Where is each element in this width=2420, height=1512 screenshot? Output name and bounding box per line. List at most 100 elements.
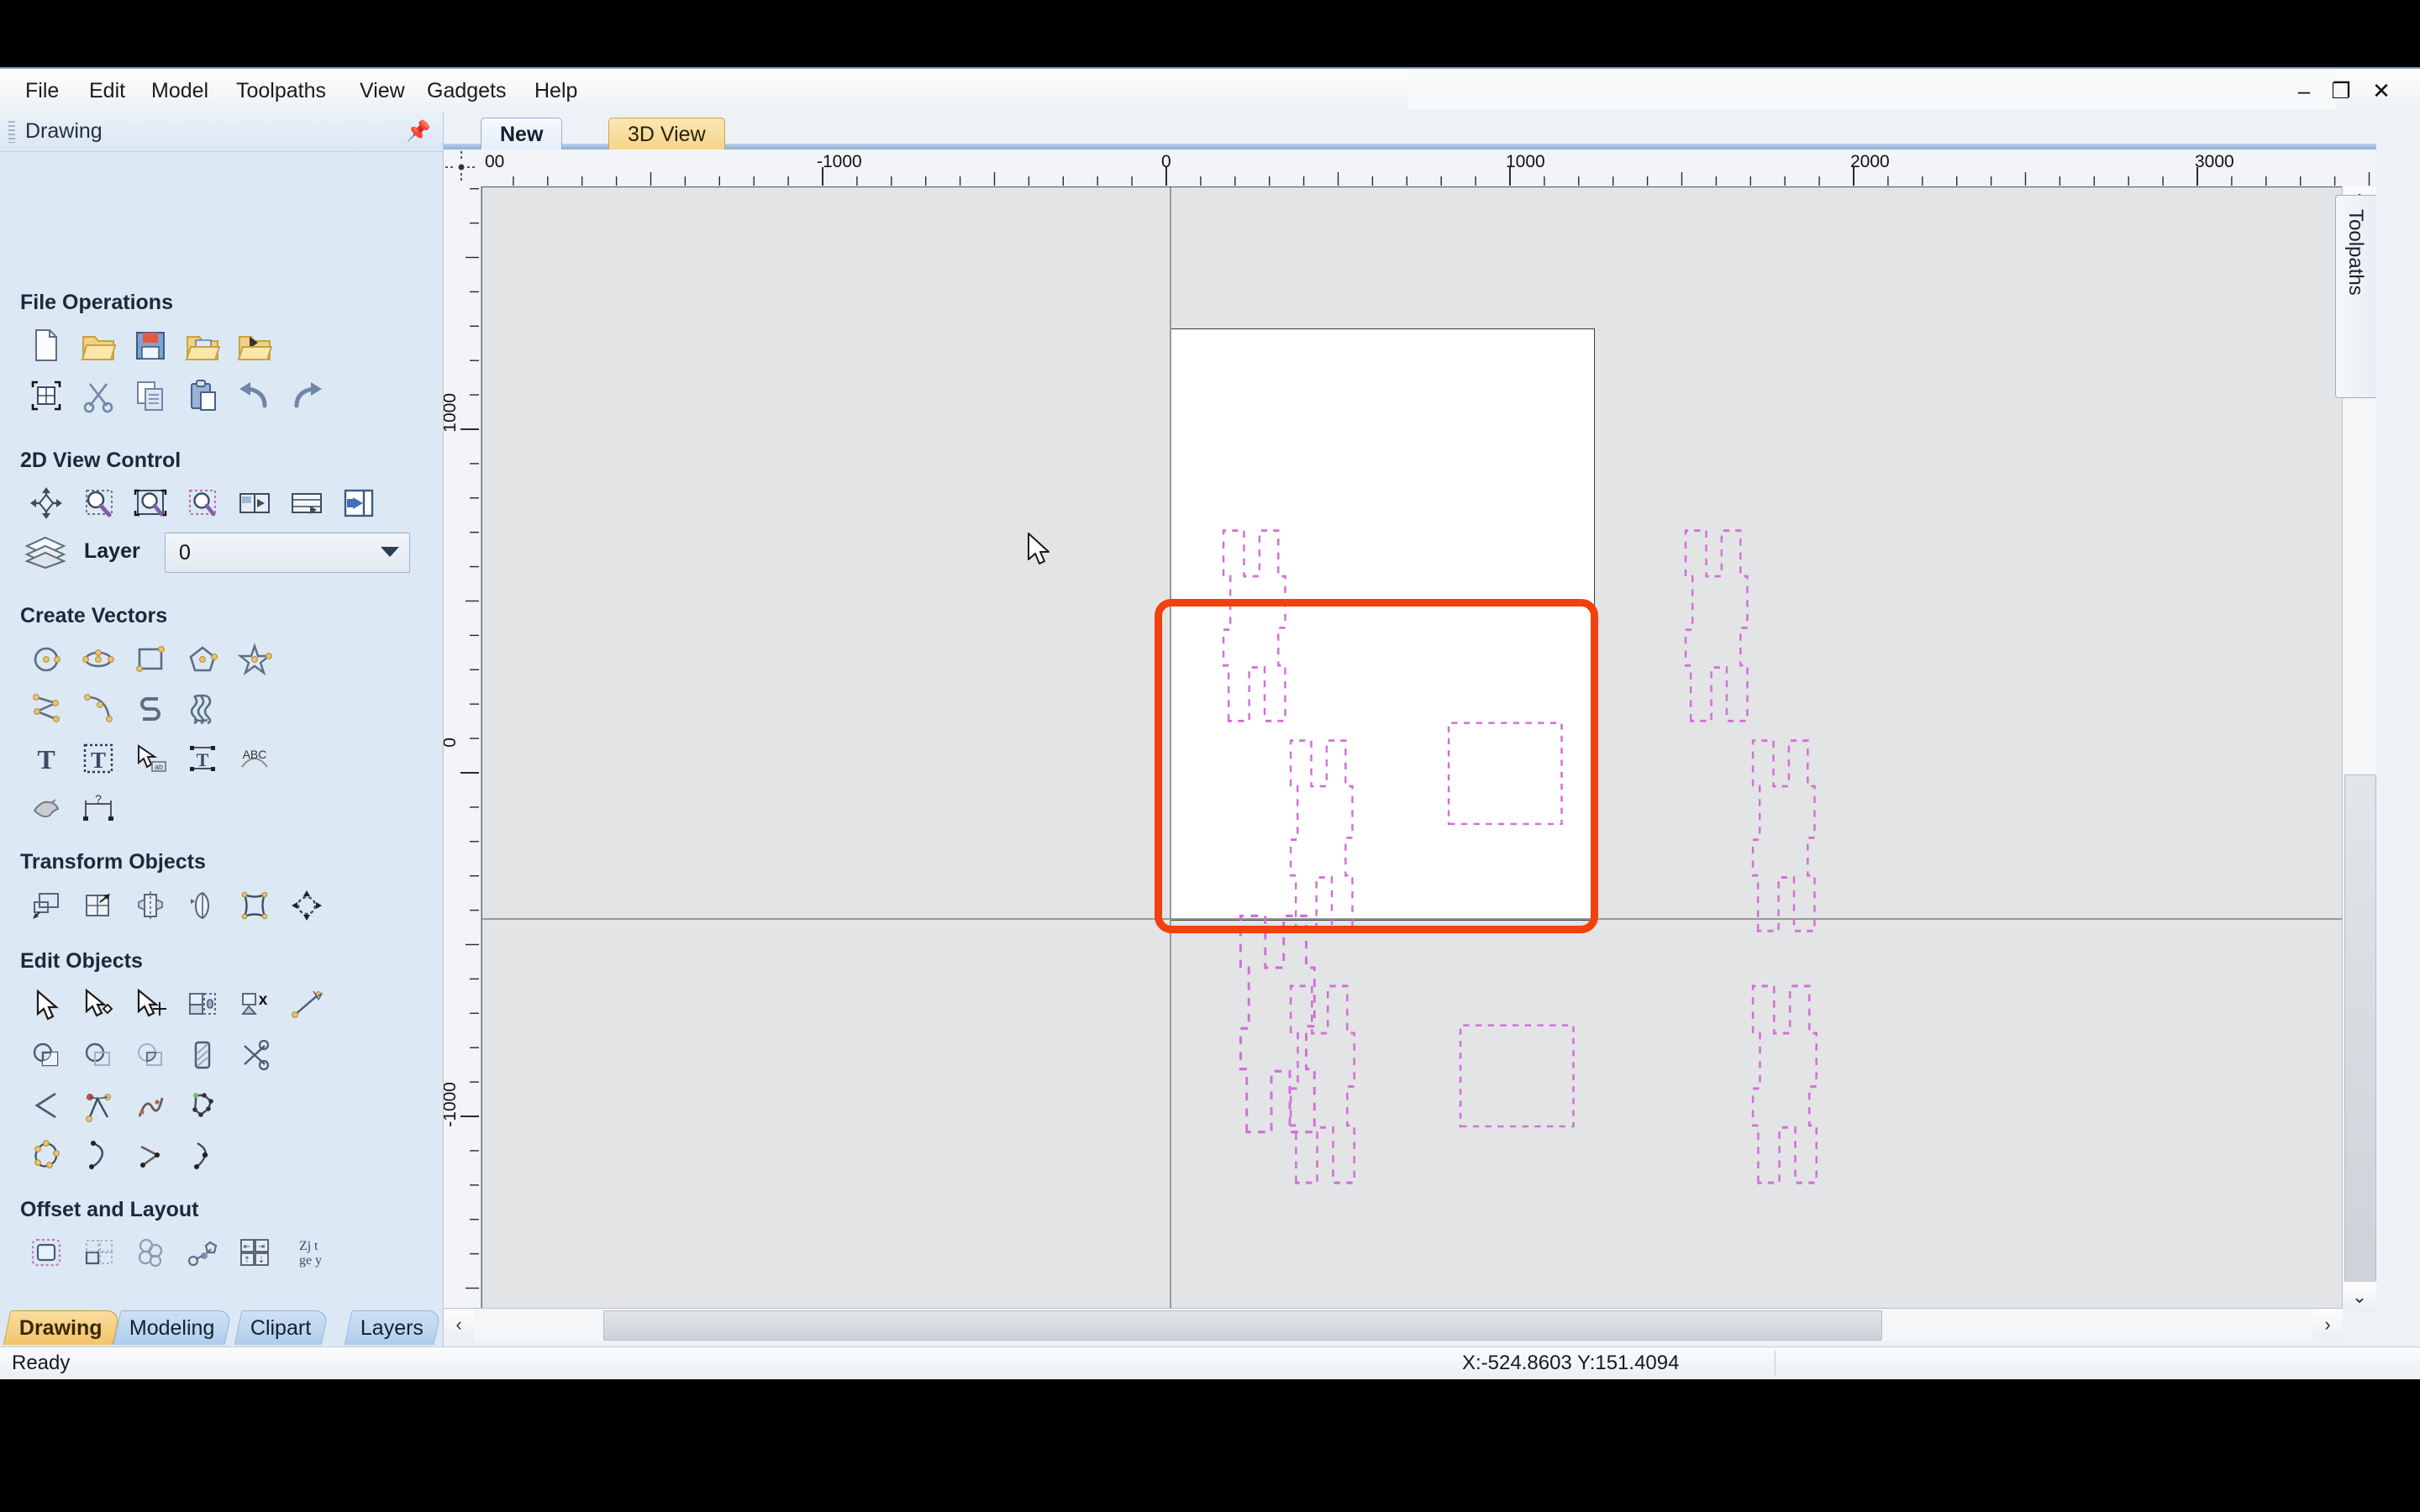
scroll-left-button[interactable]: ‹ [444,1309,474,1341]
menu-item-model[interactable]: Model [145,77,215,104]
tab-3d-view[interactable]: 3D View [608,118,725,150]
zoom-drawing-icon[interactable] [281,479,333,528]
undo-icon[interactable] [229,371,281,420]
polygon-tool-icon[interactable] [176,635,229,684]
tool-row: x [20,980,333,1029]
menu-item-view[interactable]: View [353,77,412,104]
cut-icon[interactable] [72,371,124,420]
trace-bitmap-icon[interactable] [20,785,72,833]
offset-vectors-icon[interactable] [20,1228,72,1277]
insert-node-icon[interactable] [176,1131,229,1179]
selection-highlight-box[interactable] [1155,599,1598,933]
zoom-selected-icon[interactable] [176,479,229,528]
text-on-curve-icon[interactable]: ab [124,734,176,783]
paste-icon[interactable] [176,371,229,420]
fit-curve-icon[interactable] [72,1081,124,1130]
tab-new[interactable]: New [481,118,563,150]
auto-layout-text-icon[interactable]: T [176,734,229,783]
horizontal-scrollbar[interactable]: ‹ › [444,1308,2343,1341]
align-objects-icon[interactable]: ⇤ ⇥ ⇡ ⇣ [229,1228,281,1277]
polyline-tool-icon[interactable] [20,684,72,732]
horizontal-ruler[interactable]: 00 -1000 0 1000 2000 3000 [481,150,2376,187]
array-copy-icon[interactable] [72,1228,124,1277]
line-to-curve-icon[interactable] [124,1131,176,1179]
move-objects-icon[interactable] [20,881,72,930]
group-objects-icon[interactable] [176,980,229,1029]
dimension-tool-icon[interactable]: ? [72,785,124,833]
save-file-icon[interactable] [124,321,176,370]
join-vectors-icon[interactable] [281,980,333,1029]
panel-tab-modeling[interactable]: Modeling [113,1310,233,1345]
distort-icon[interactable] [176,881,229,930]
scroll-right-button[interactable]: › [2312,1309,2343,1341]
spiral-tool-icon[interactable] [124,684,176,732]
copy-icon[interactable] [124,371,176,420]
zoom-box-icon[interactable] [229,479,281,528]
import-bitmap-icon[interactable] [229,321,281,370]
open-file-icon[interactable] [72,321,124,370]
select-tool-icon[interactable] [20,980,72,1029]
pin-icon[interactable]: 📌 [406,119,431,144]
move-node-icon[interactable] [124,980,176,1029]
vertical-scroll-thumb[interactable] [2344,774,2376,1297]
weld-icon[interactable] [20,1031,72,1079]
import-vectors-icon[interactable] [176,321,229,370]
trim-icon[interactable] [176,1031,229,1079]
ruler-origin-corner[interactable] [444,150,481,187]
zoom-interactive-icon[interactable] [72,479,124,528]
circle-tool-icon[interactable] [20,635,72,684]
star-tool-icon[interactable] [229,635,281,684]
node-edit-icon[interactable] [72,980,124,1029]
ellipse-tool-icon[interactable] [72,635,124,684]
maximize-button[interactable]: ❐ [2323,76,2360,106]
panel-grip-icon[interactable] [8,121,15,143]
job-setup-icon[interactable] [20,371,72,420]
zoom-extents-icon[interactable] [124,479,176,528]
scale-objects-icon[interactable] [72,881,124,930]
subtract-icon[interactable] [72,1031,124,1079]
pan-icon[interactable] [20,479,72,528]
menu-item-toolpaths[interactable]: Toolpaths [229,77,333,104]
tool-row: ⇤ ⇥ ⇡ ⇣ Zj t ge y [20,1228,333,1277]
panel-tab-drawing[interactable]: Drawing [3,1310,120,1345]
menu-item-help[interactable]: Help [528,77,584,104]
layer-select[interactable]: 0 [165,533,410,573]
close-button[interactable]: ✕ [2363,76,2400,106]
align-view-icon[interactable] [333,479,385,528]
new-file-icon[interactable] [20,321,72,370]
intersect-icon[interactable] [124,1031,176,1079]
block-copy-icon[interactable] [176,1228,229,1277]
fillet-icon[interactable] [20,1081,72,1130]
menu-item-edit[interactable]: Edit [82,77,132,104]
horizontal-scroll-thumb[interactable] [603,1310,1882,1341]
panel-tab-clipart[interactable]: Clipart [234,1310,329,1345]
round-nodes-icon[interactable] [20,1131,72,1179]
text-arc-icon[interactable]: ABC [229,734,281,783]
offset-corner-icon[interactable] [176,1081,229,1130]
text-in-box-icon[interactable]: T [72,734,124,783]
redo-icon[interactable] [281,371,333,420]
drawing-canvas[interactable] [481,187,2344,1312]
text-layout-icon[interactable]: Zj t ge y [281,1228,333,1277]
menu-item-file[interactable]: File [18,77,66,104]
smooth-curve-icon[interactable] [124,1081,176,1130]
draw-text-icon[interactable]: T [20,734,72,783]
cut-vectors-icon[interactable] [229,1031,281,1079]
menu-item-gadgets[interactable]: Gadgets [420,77,513,104]
curve-tool-icon[interactable] [72,684,124,732]
layers-stack-icon [24,534,67,574]
ungroup-objects-icon[interactable]: x [229,980,281,1029]
mirror-icon[interactable] [124,881,176,930]
envelope-distort-icon[interactable] [229,881,281,930]
minimize-button[interactable]: – [2286,76,2323,106]
nest-parts-icon[interactable] [124,1228,176,1277]
vertical-ruler[interactable]: 1000 0 -1000 [444,186,481,1312]
texture-tool-icon[interactable] [176,684,229,732]
curve-to-line-icon[interactable] [72,1131,124,1179]
panel-tab-layers[interactable]: Layers [344,1310,442,1345]
toolpaths-side-tab[interactable]: Toolpaths [2335,195,2376,398]
rectangle-tool-icon[interactable] [124,635,176,684]
h-ruler-label: 3000 [2195,152,2234,171]
scroll-down-button[interactable]: ⌄ [2343,1282,2376,1312]
rotate-icon[interactable] [281,881,333,930]
